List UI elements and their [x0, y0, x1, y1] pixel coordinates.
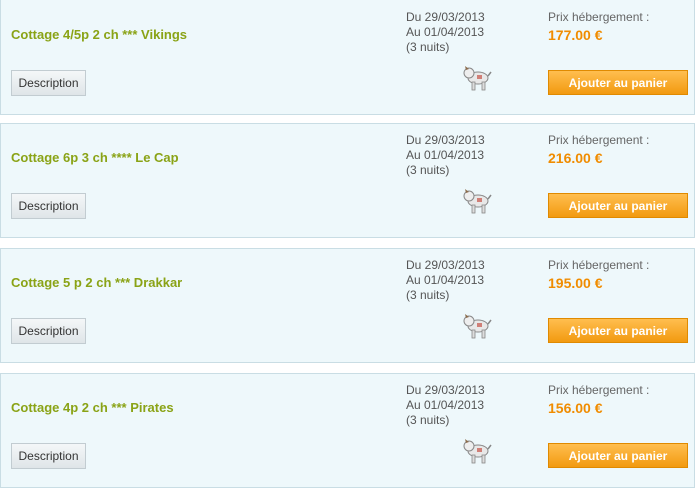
add-to-cart-button[interactable]: Ajouter au panier [548, 193, 688, 218]
listing-title: Cottage 6p 3 ch **** Le Cap [11, 150, 179, 165]
stay-dates: Du 29/03/2013 Au 01/04/2013 (3 nuits) [406, 10, 485, 55]
price-label: Prix hébergement : [548, 383, 650, 397]
nights-count: (3 nuits) [406, 413, 450, 427]
dog-icon [463, 439, 492, 464]
listing-title: Cottage 4p 2 ch *** Pirates [11, 400, 174, 415]
date-to: Au 01/04/2013 [406, 25, 485, 39]
date-from: Du 29/03/2013 [406, 258, 485, 272]
dog-icon [463, 314, 492, 339]
add-to-cart-button[interactable]: Ajouter au panier [548, 318, 688, 343]
price-label: Prix hébergement : [548, 258, 650, 272]
description-button[interactable]: Description [11, 318, 86, 344]
date-from: Du 29/03/2013 [406, 383, 485, 397]
description-button[interactable]: Description [11, 70, 86, 96]
listing-title: Cottage 5 p 2 ch *** Drakkar [11, 275, 183, 290]
date-from: Du 29/03/2013 [406, 10, 485, 24]
date-to: Au 01/04/2013 [406, 273, 485, 287]
stay-dates: Du 29/03/2013 Au 01/04/2013 (3 nuits) [406, 133, 485, 178]
nights-count: (3 nuits) [406, 163, 450, 177]
listing-title: Cottage 4/5p 2 ch *** Vikings [11, 27, 188, 42]
price-value: 177.00 € [548, 27, 603, 43]
listing-card: Cottage 5 p 2 ch *** Drakkar Description… [0, 248, 695, 363]
nights-count: (3 nuits) [406, 288, 450, 302]
listing-card: Cottage 4/5p 2 ch *** Vikings Descriptio… [0, 0, 695, 115]
price-value: 195.00 € [548, 275, 603, 291]
stay-dates: Du 29/03/2013 Au 01/04/2013 (3 nuits) [406, 258, 485, 303]
add-to-cart-button[interactable]: Ajouter au panier [548, 70, 688, 95]
price-value: 216.00 € [548, 150, 603, 166]
price-value: 156.00 € [548, 400, 603, 416]
dog-icon [463, 66, 492, 91]
description-button[interactable]: Description [11, 193, 86, 219]
date-to: Au 01/04/2013 [406, 398, 485, 412]
add-to-cart-button[interactable]: Ajouter au panier [548, 443, 688, 468]
price-label: Prix hébergement : [548, 10, 650, 24]
date-to: Au 01/04/2013 [406, 148, 485, 162]
stay-dates: Du 29/03/2013 Au 01/04/2013 (3 nuits) [406, 383, 485, 428]
listing-card: Cottage 4p 2 ch *** Pirates Description … [0, 373, 695, 488]
dog-icon [463, 189, 492, 214]
date-from: Du 29/03/2013 [406, 133, 485, 147]
price-label: Prix hébergement : [548, 133, 650, 147]
description-button[interactable]: Description [11, 443, 86, 469]
listing-card: Cottage 6p 3 ch **** Le Cap Description … [0, 123, 695, 238]
nights-count: (3 nuits) [406, 40, 450, 54]
